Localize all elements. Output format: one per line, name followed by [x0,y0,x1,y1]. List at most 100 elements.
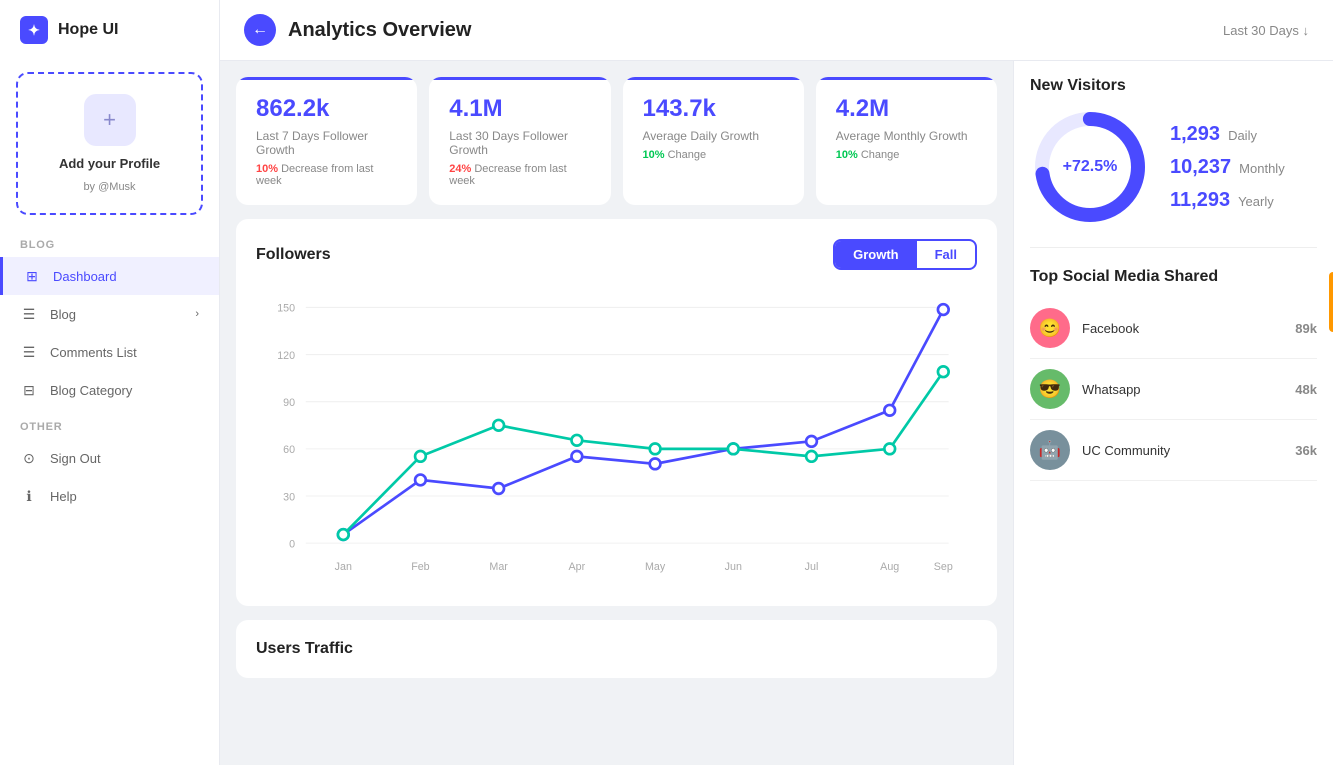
svg-text:Jan: Jan [335,561,352,573]
page-title: Analytics Overview [288,19,471,42]
stat-value-30days: 4.1M [449,95,590,123]
sidebar: ✦ Hope UI + Add your Profile by @Musk BL… [0,0,220,765]
divider [1030,247,1317,248]
toggle-growth-button[interactable]: Growth [835,241,917,268]
whatsapp-avatar: 😎 [1030,369,1070,409]
main-content: ← Analytics Overview Last 30 Days ↓ 862.… [220,0,1333,765]
signout-label: Sign Out [50,451,101,466]
stat-value-7days: 862.2k [256,95,397,123]
sidebar-item-signout[interactable]: ⊙ Sign Out [0,439,219,477]
users-traffic-title: Users Traffic [256,640,977,658]
stat-card-7days: 862.2k Last 7 Days Follower Growth 10% D… [236,77,417,205]
followers-chart-area: 0 30 60 90 120 150 Jan Feb Mar Apr May J… [256,286,977,586]
comments-icon: ☰ [20,343,38,361]
uc-name: UC Community [1082,443,1283,458]
profile-card[interactable]: + Add your Profile by @Musk [16,72,203,215]
donut-chart: +72.5% [1030,107,1150,227]
stat-value-daily: 143.7k [643,95,784,123]
profile-handle: by @Musk [83,181,135,193]
comments-label: Comments List [50,345,137,360]
sidebar-item-help[interactable]: ℹ Help [0,477,219,515]
toggle-fall-button[interactable]: Fall [917,241,975,268]
visitor-monthly-period: Monthly [1239,161,1285,176]
whatsapp-name: Whatsapp [1082,382,1283,397]
signout-icon: ⊙ [20,449,38,467]
donut-label: +72.5% [1063,158,1118,176]
visitor-stat-daily: 1,293 Daily [1170,123,1285,146]
visitor-yearly-period: Yearly [1238,194,1274,209]
stat-label-30days: Last 30 Days Follower Growth [449,129,590,157]
visitor-daily-period: Daily [1228,128,1257,143]
svg-text:120: 120 [277,350,295,362]
stat-card-monthly: 4.2M Average Monthly Growth 10% Change [816,77,997,205]
chevron-right-icon: › [195,308,199,320]
svg-text:Jun: Jun [725,561,742,573]
whatsapp-count: 48k [1295,382,1317,397]
stat-value-monthly: 4.2M [836,95,977,123]
facebook-avatar: 😊 [1030,308,1070,348]
visitor-monthly-value: 10,237 [1170,156,1231,179]
svg-text:Sep: Sep [934,561,953,573]
uc-avatar: 🤖 [1030,430,1070,470]
help-icon: ℹ [20,487,38,505]
svg-text:60: 60 [283,444,295,456]
svg-text:150: 150 [277,303,295,315]
svg-text:Aug: Aug [880,561,899,573]
svg-text:May: May [645,561,666,573]
social-media-title: Top Social Media Shared [1030,268,1317,286]
social-item-facebook: 😊 Facebook 89k [1030,298,1317,359]
social-item-uc: 🤖 UC Community 36k [1030,420,1317,481]
nav-section-blog: BLOG [0,227,219,257]
sidebar-item-blog[interactable]: ☰ Blog › [0,295,219,333]
svg-text:Apr: Apr [569,561,586,573]
right-panel: New Visitors +72.5% 1,293 [1013,61,1333,765]
blog-label: Blog [50,307,76,322]
blog-category-label: Blog Category [50,383,132,398]
add-profile-button[interactable]: + [84,94,136,146]
stat-change-30days: 24% Decrease from last week [449,163,590,187]
visitor-stat-yearly: 11,293 Yearly [1170,189,1285,212]
stat-label-daily: Average Daily Growth [643,129,784,143]
users-traffic-card: Users Traffic [236,620,997,678]
svg-text:90: 90 [283,397,295,409]
visitor-stat-monthly: 10,237 Monthly [1170,156,1285,179]
new-visitors-section: New Visitors +72.5% 1,293 [1030,77,1317,227]
svg-text:Jul: Jul [805,561,819,573]
app-logo-icon: ✦ [20,16,48,44]
social-media-section: Top Social Media Shared 😊 Facebook 89k 😎… [1030,268,1317,481]
sidebar-item-comments[interactable]: ☰ Comments List [0,333,219,371]
stat-change-monthly: 10% Change [836,149,977,161]
stat-change-7days: 10% Decrease from last week [256,163,397,187]
stat-label-monthly: Average Monthly Growth [836,129,977,143]
help-label: Help [50,489,77,504]
facebook-count: 89k [1295,321,1317,336]
dashboard-icon: ⊞ [23,267,41,285]
svg-text:30: 30 [283,491,295,503]
stat-label-7days: Last 7 Days Follower Growth [256,129,397,157]
blog-icon: ☰ [20,305,38,323]
sidebar-item-dashboard[interactable]: ⊞ Dashboard [0,257,219,295]
uc-count: 36k [1295,443,1317,458]
svg-text:0: 0 [289,538,295,550]
visitor-daily-value: 1,293 [1170,123,1220,146]
new-visitors-title: New Visitors [1030,77,1317,95]
stats-row: 862.2k Last 7 Days Follower Growth 10% D… [236,77,997,205]
back-button[interactable]: ← [244,14,276,46]
social-item-whatsapp: 😎 Whatsapp 48k [1030,359,1317,420]
followers-chart-card: Followers Growth Fall [236,219,997,606]
nav-section-other: OTHER [0,409,219,439]
content-area: 862.2k Last 7 Days Follower Growth 10% D… [220,61,1333,765]
right-panel-accent [1329,272,1333,332]
stat-card-daily: 143.7k Average Daily Growth 10% Change [623,77,804,205]
dashboard-label: Dashboard [53,269,117,284]
main-panel: 862.2k Last 7 Days Follower Growth 10% D… [220,61,1013,765]
chart-title: Followers [256,246,331,264]
followers-svg: 0 30 60 90 120 150 Jan Feb Mar Apr May J… [256,286,977,586]
date-range[interactable]: Last 30 Days ↓ [1223,23,1309,38]
app-name: Hope UI [58,21,118,39]
svg-text:Feb: Feb [411,561,429,573]
svg-text:Mar: Mar [489,561,508,573]
sidebar-item-blog-category[interactable]: ⊟ Blog Category [0,371,219,409]
stat-change-daily: 10% Change [643,149,784,161]
blog-category-icon: ⊟ [20,381,38,399]
